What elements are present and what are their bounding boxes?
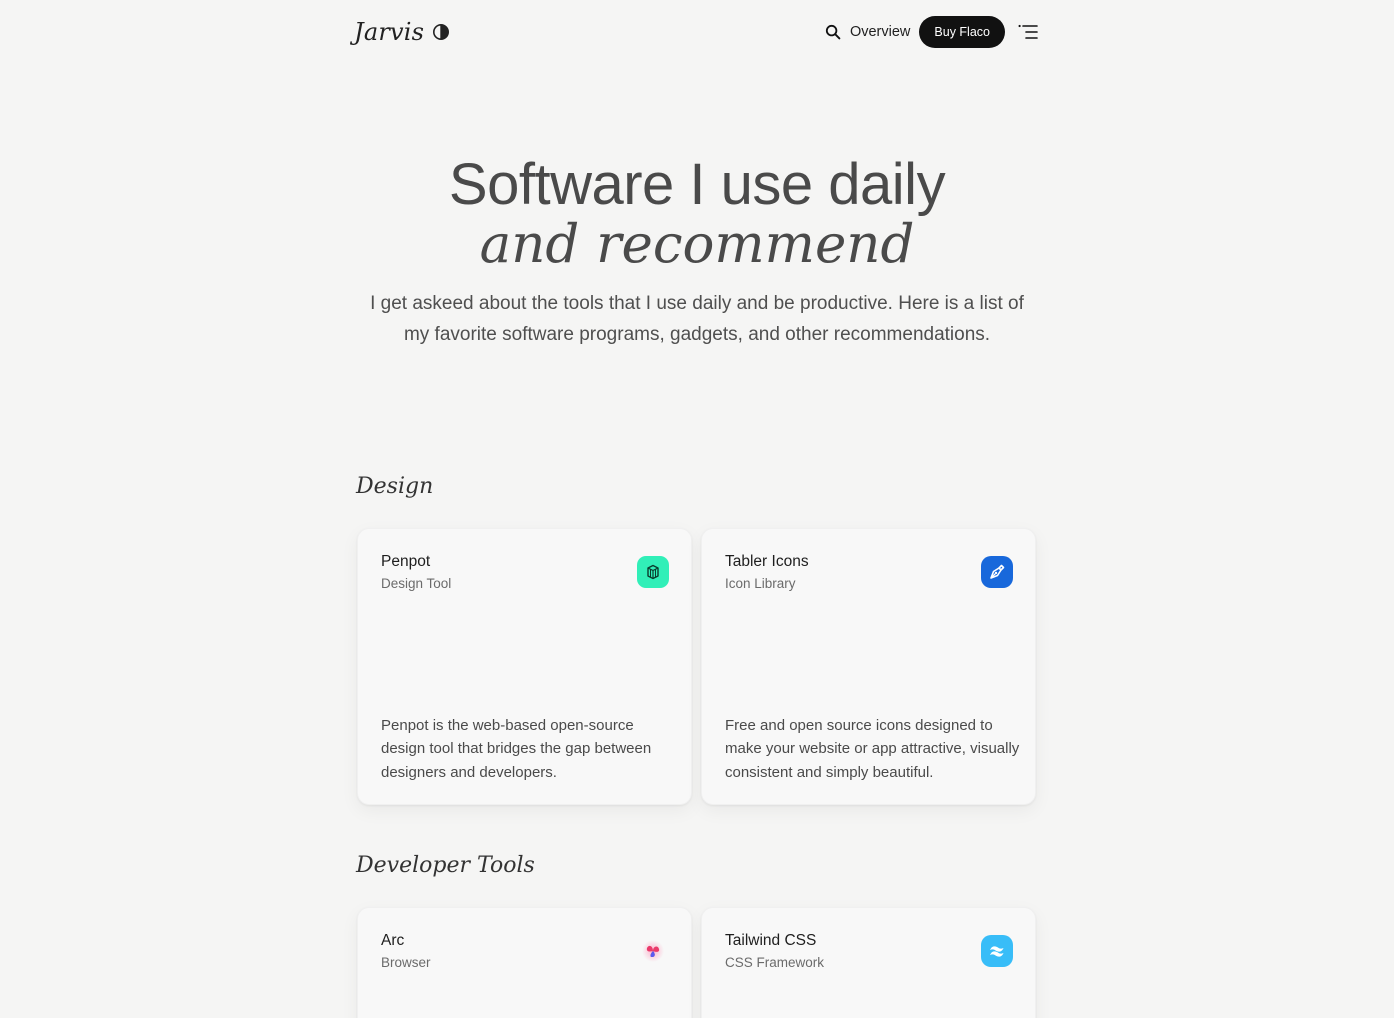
buy-button[interactable]: Buy Flaco [919,16,1005,48]
card-description: Free and open source icons designed to m… [725,717,1020,781]
card-name: Arc [381,932,405,949]
page: Jarvis Overview Buy Flaco Software I use… [0,0,1394,1018]
card-description: Penpot is the web-based open-source desi… [381,717,652,781]
nav-link-overview[interactable]: Overview [850,24,910,40]
card-name: Tailwind CSS [725,932,817,949]
card-tabler-icons[interactable]: Tabler Icons Icon Library Free and open … [701,528,1036,805]
menu-icon[interactable] [1018,24,1038,40]
logo[interactable]: Jarvis [354,18,424,46]
theme-toggle-icon[interactable] [432,23,450,41]
header: Jarvis Overview Buy Flaco [354,14,1038,50]
card-tailwind-css[interactable]: Tailwind CSS CSS Framework [701,907,1036,1018]
card-type: CSS Framework [725,955,825,970]
card-arc[interactable]: Arc Browser [357,907,692,1018]
section-title-developer-tools: Developer Tools [356,853,535,878]
tabler-icon [981,556,1013,588]
tailwind-icon [981,935,1013,967]
search-icon[interactable] [825,24,841,40]
card-type: Browser [381,955,431,970]
page-description: I get askeed about the tools that I use … [370,293,1024,345]
section-title-design: Design [356,474,434,499]
page-subtitle: and recommend [479,214,915,275]
card-name: Penpot [381,553,431,570]
nav: Overview Buy Flaco [825,16,1038,48]
card-name: Tabler Icons [725,553,809,570]
card-penpot[interactable]: Penpot Design Tool Penpot is the web-bas… [357,528,692,805]
card-type: Design Tool [381,576,452,591]
penpot-icon [637,556,669,588]
card-type: Icon Library [725,576,796,591]
arc-icon [637,935,669,967]
brand[interactable]: Jarvis [354,18,450,46]
